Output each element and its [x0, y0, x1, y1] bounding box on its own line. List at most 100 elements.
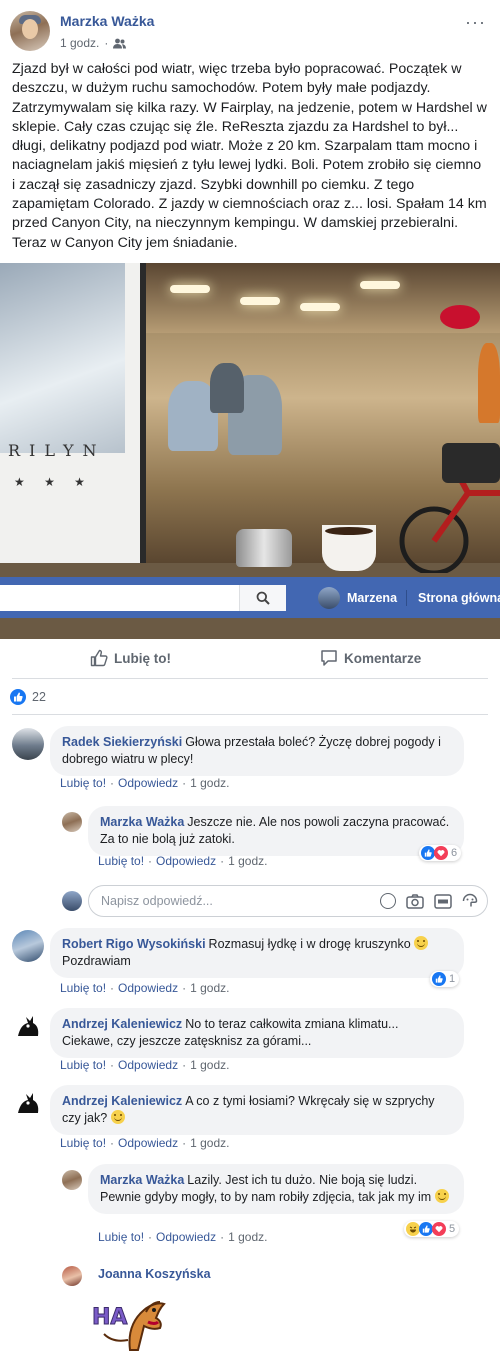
reply-actions: Lubię to! · Odpowiedz · 1 godz.: [98, 1230, 267, 1244]
reply-reaction-count: 6: [451, 847, 458, 859]
comment-reply-link[interactable]: Odpowiedz: [118, 1058, 178, 1072]
reply-bubble: Marzka Ważka Jeszcze nie. Ale nos powoli …: [88, 806, 464, 856]
reply-author[interactable]: Joanna Koszyńska: [98, 1267, 211, 1281]
haha-reaction-icon: [406, 1222, 420, 1236]
comment-text: Rozmasuj łydkę i w drogę kruszynko: [208, 937, 411, 951]
slightly-smiling-emoji-icon: [110, 1110, 125, 1124]
comment-time[interactable]: 1 godz.: [190, 981, 229, 995]
comment-icon: [321, 650, 337, 666]
post-author-name[interactable]: Marzka Ważka: [60, 13, 154, 29]
reply-author-avatar[interactable]: [62, 812, 82, 832]
reply-like-link[interactable]: Lubię to!: [98, 1230, 144, 1244]
comment-reply-link[interactable]: Odpowiedz: [118, 981, 178, 995]
commenter-avatar[interactable]: [12, 1087, 44, 1119]
topbar-user-avatar[interactable]: [318, 587, 340, 609]
comment-text-line2: Pozdrawiam: [62, 954, 131, 968]
reply-author-avatar[interactable]: [62, 1170, 82, 1190]
post-options-icon[interactable]: ···: [465, 12, 486, 33]
cat-silhouette-icon: [18, 1093, 39, 1113]
commenter-avatar[interactable]: [12, 930, 44, 962]
reply-author-avatar[interactable]: [62, 1266, 82, 1286]
comment-like-link[interactable]: Lubię to!: [60, 776, 106, 790]
comment-time[interactable]: 1 godz.: [190, 776, 229, 790]
reply-actions: Lubię to! · Odpowiedz · 1 godz.: [98, 854, 267, 868]
comment-author[interactable]: Andrzej Kaleniewicz: [62, 1094, 182, 1108]
reply-reply-link[interactable]: Odpowiedz: [156, 1230, 216, 1244]
comment-button-label: Komentarze: [344, 650, 422, 666]
search-button[interactable]: [239, 585, 286, 611]
comment-time[interactable]: 1 godz.: [190, 1136, 229, 1150]
comment-reply-link[interactable]: Odpowiedz: [118, 776, 178, 790]
love-reaction-icon: [434, 846, 448, 860]
comment-like-link[interactable]: Lubię to!: [60, 981, 106, 995]
gif-icon[interactable]: [434, 893, 452, 909]
sticker-image: HA: [92, 1301, 166, 1351]
poster-text: RILYN: [8, 441, 106, 460]
post-author-avatar[interactable]: [10, 11, 50, 51]
reactions-count: 22: [32, 690, 46, 704]
comment-actions: Lubię to! · Odpowiedz · 1 godz.: [60, 776, 229, 790]
poster-stars: ★ ★ ★: [14, 475, 93, 489]
photo-coca-cola-sign: [440, 305, 480, 329]
photo-sugar-dispenser: [236, 529, 292, 567]
sticker-icon[interactable]: [462, 893, 478, 909]
comment-button[interactable]: Komentarze: [320, 649, 421, 667]
comment-bubble: Andrzej Kaleniewicz A co z tymi łosiami? …: [50, 1085, 464, 1135]
comment-reaction-count: 1: [449, 973, 456, 985]
reply-author[interactable]: Marzka Ważka: [100, 815, 184, 829]
slightly-smiling-emoji-icon: [434, 1189, 449, 1203]
photo-bicycle: [399, 443, 500, 573]
separator: ·: [182, 1058, 187, 1072]
reply-author[interactable]: Marzka Ważka: [100, 1173, 184, 1187]
post-timestamp[interactable]: 1 godz.: [60, 36, 99, 50]
like-reaction-icon: [432, 972, 446, 986]
laughing-dog-sticker[interactable]: HA: [90, 1290, 170, 1357]
reply-reactions[interactable]: 6: [419, 845, 462, 861]
like-button[interactable]: Lubię to!: [90, 649, 171, 667]
emoji-icon[interactable]: [380, 893, 396, 909]
separator: ·: [110, 981, 115, 995]
photo-marilyn-poster: RILYN ★ ★ ★: [0, 263, 146, 563]
topbar-home-link[interactable]: Strona główna: [418, 591, 500, 605]
reply-reactions[interactable]: 5: [404, 1221, 460, 1237]
reply-like-link[interactable]: Lubię to!: [98, 854, 144, 868]
divider: [12, 678, 488, 679]
post-meta: 1 godz. ·: [60, 36, 127, 50]
comment-author[interactable]: Andrzej Kaleniewicz: [62, 1017, 182, 1031]
reply-time[interactable]: 1 godz.: [228, 1230, 267, 1244]
photo-coffee-cup: [322, 525, 376, 571]
separator: ·: [110, 1136, 115, 1150]
comment-bubble: Andrzej Kaleniewicz No to teraz całkowita…: [50, 1008, 464, 1058]
commenter-avatar[interactable]: [12, 728, 44, 760]
topbar-user-name[interactable]: Marzena: [347, 591, 397, 605]
comment-like-link[interactable]: Lubię to!: [60, 1136, 106, 1150]
like-reaction-icon: [10, 689, 26, 705]
reply-time[interactable]: 1 godz.: [228, 854, 267, 868]
comment-author[interactable]: Radek Siekierzyński: [62, 735, 182, 749]
poster-image: [0, 263, 125, 453]
like-reaction-icon: [421, 846, 435, 860]
comment-reactions[interactable]: 1: [430, 971, 460, 987]
comment-like-link[interactable]: Lubię to!: [60, 1058, 106, 1072]
topbar-divider: [406, 590, 407, 606]
separator: ·: [182, 776, 187, 790]
comment-author[interactable]: Robert Rigo Wysokiński: [62, 937, 206, 951]
separator: ·: [182, 981, 187, 995]
comment-bubble: Radek Siekierzyński Głowa przestała boleć…: [50, 726, 464, 776]
friends-audience-icon[interactable]: [113, 38, 127, 49]
cat-silhouette-icon: [18, 1016, 39, 1036]
thumbs-up-icon: [90, 649, 108, 667]
reactions-summary[interactable]: 22: [10, 689, 46, 705]
photo-person: [210, 363, 244, 413]
comment-time[interactable]: 1 godz.: [190, 1058, 229, 1072]
meta-separator: ·: [104, 36, 109, 50]
commenter-avatar[interactable]: [12, 1010, 44, 1042]
reply-reply-link[interactable]: Odpowiedz: [156, 854, 216, 868]
camera-icon[interactable]: [406, 893, 424, 909]
search-icon: [256, 591, 270, 605]
comment-actions: Lubię to! · Odpowiedz · 1 godz.: [60, 1136, 229, 1150]
comment-reply-link[interactable]: Odpowiedz: [118, 1136, 178, 1150]
comment-bubble: Robert Rigo Wysokiński Rozmasuj łydkę i w…: [50, 928, 464, 978]
separator: ·: [220, 1230, 225, 1244]
separator: ·: [182, 1136, 187, 1150]
